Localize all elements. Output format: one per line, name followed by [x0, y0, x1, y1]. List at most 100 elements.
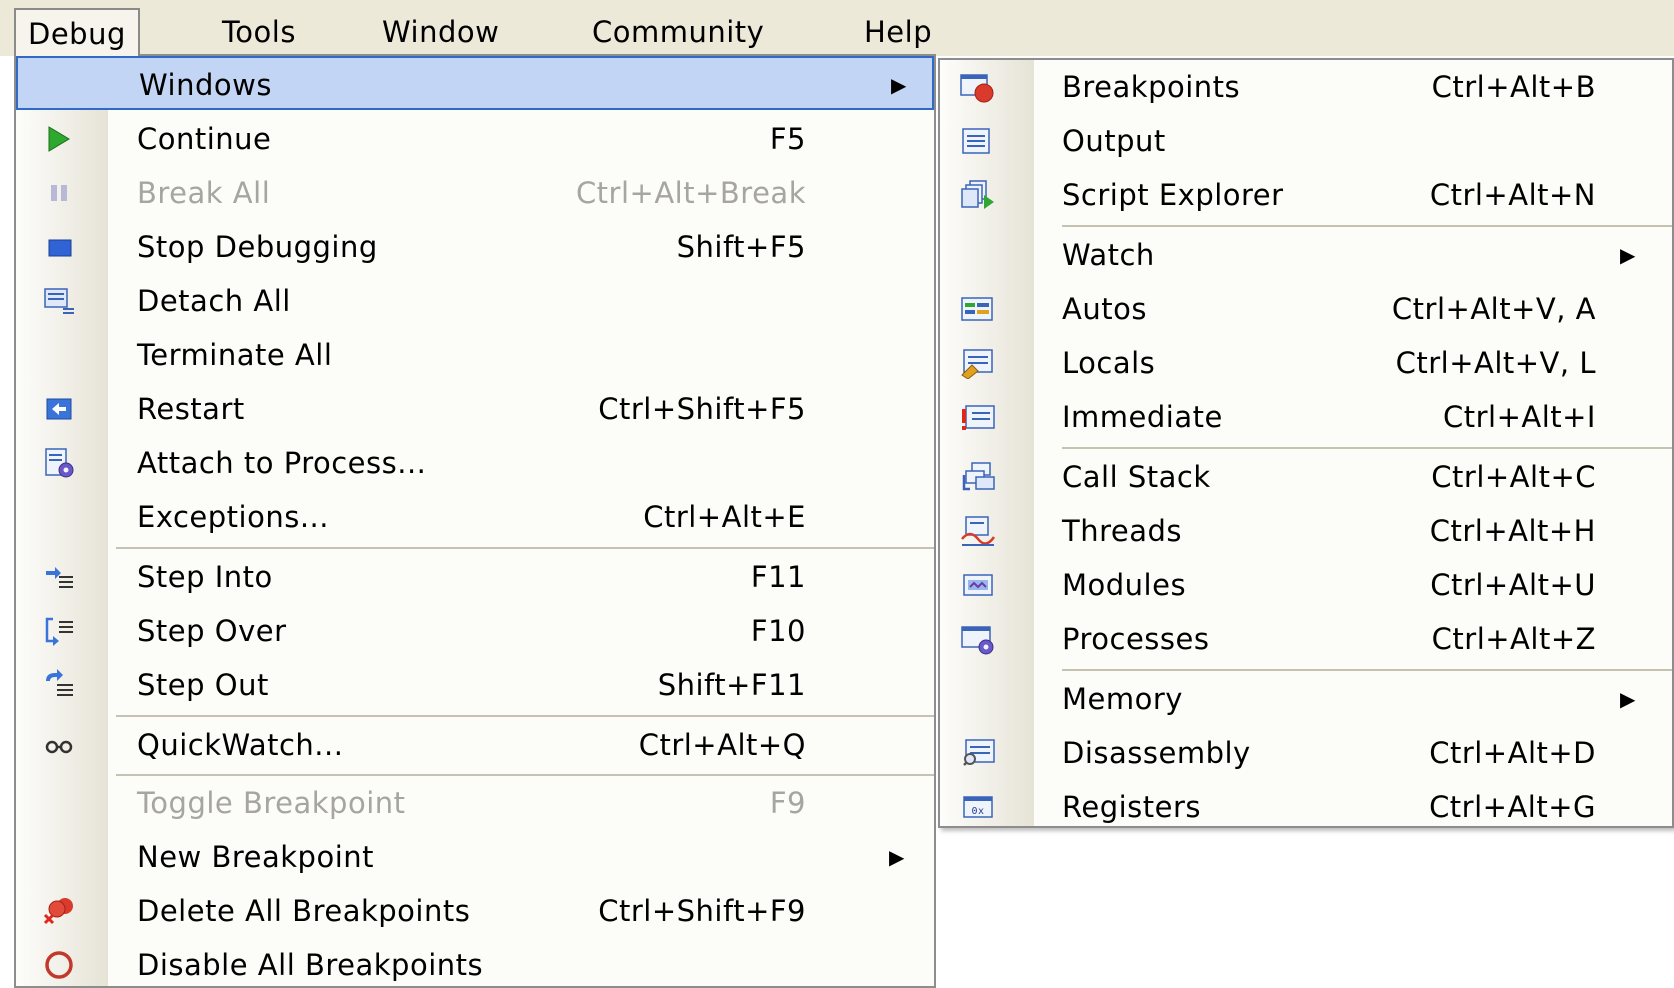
menu-item-memory[interactable]: Memory ▶: [940, 672, 1672, 726]
menu-separator: [1062, 669, 1672, 671]
menu-item-shortcut: Shift+F11: [657, 668, 806, 702]
processes-icon: [960, 623, 994, 655]
submenu-arrow-icon: ▶: [889, 845, 905, 869]
menu-item-script-explorer[interactable]: Script Explorer Ctrl+Alt+N: [940, 168, 1672, 222]
menu-item-threads[interactable]: Threads Ctrl+Alt+H: [940, 504, 1672, 558]
attach-to-process-icon: [43, 447, 75, 479]
script-explorer-icon: [960, 179, 994, 211]
menu-help[interactable]: Help: [852, 8, 944, 56]
menu-item-label: Call Stack: [1062, 460, 1211, 494]
modules-icon: [960, 569, 993, 601]
menu-item-shortcut: Ctrl+Alt+U: [1430, 568, 1596, 602]
menu-item-label: Modules: [1062, 568, 1187, 602]
menu-item-terminate-all[interactable]: Terminate All: [16, 328, 934, 382]
menu-item-shortcut: Ctrl+Alt+Break: [575, 176, 806, 210]
submenu-arrow-icon: ▶: [1620, 243, 1636, 267]
menu-bar: Debug Tools Window Community Help: [0, 0, 1674, 56]
menu-community[interactable]: Community: [580, 8, 776, 56]
menu-item-watch[interactable]: Watch ▶: [940, 228, 1672, 282]
menu-item-shortcut: F9: [769, 786, 806, 820]
menu-item-shortcut: Ctrl+Alt+G: [1429, 790, 1596, 824]
menu-separator: [1062, 225, 1672, 227]
menu-item-label: Memory: [1062, 682, 1183, 716]
menu-item-label: Terminate All: [137, 338, 333, 372]
menu-item-stop-debugging[interactable]: Stop Debugging Shift+F5: [16, 220, 934, 274]
menu-item-shortcut: Ctrl+Alt+H: [1429, 514, 1596, 548]
menu-item-break-all[interactable]: Break All Ctrl+Alt+Break: [16, 166, 934, 220]
menu-debug[interactable]: Debug: [14, 8, 140, 56]
menu-item-shortcut: Ctrl+Alt+V, L: [1395, 346, 1596, 380]
menu-item-label: Step Over: [137, 614, 287, 648]
menu-item-registers[interactable]: 0x Registers Ctrl+Alt+G: [940, 780, 1672, 826]
restart-icon: [43, 393, 75, 425]
menu-separator: [116, 715, 934, 717]
menu-item-step-out[interactable]: Step Out Shift+F11: [16, 658, 934, 712]
detach-all-icon: [43, 285, 75, 317]
menu-item-restart[interactable]: Restart Ctrl+Shift+F5: [16, 382, 934, 436]
menu-item-label: Break All: [137, 176, 271, 210]
menu-item-processes[interactable]: Processes Ctrl+Alt+Z: [940, 612, 1672, 666]
menu-item-label: Attach to Process...: [137, 446, 427, 480]
menu-item-delete-all-breakpoints[interactable]: Delete All Breakpoints Ctrl+Shift+F9: [16, 884, 934, 938]
menu-item-shortcut: Ctrl+Alt+B: [1431, 70, 1596, 104]
menu-item-label: Script Explorer: [1062, 178, 1284, 212]
menu-item-label: Continue: [137, 122, 272, 156]
delete-all-breakpoints-icon: [43, 895, 75, 927]
continue-icon: [43, 123, 75, 155]
menu-item-windows[interactable]: Windows ▶: [16, 56, 934, 110]
windows-submenu: Breakpoints Ctrl+Alt+B Output Script Exp…: [938, 58, 1674, 828]
menu-item-detach-all[interactable]: Detach All: [16, 274, 934, 328]
menu-item-shortcut: Ctrl+Alt+N: [1429, 178, 1596, 212]
menu-item-label: Stop Debugging: [137, 230, 378, 264]
menu-item-label: Delete All Breakpoints: [137, 894, 471, 928]
menu-item-label: Step Into: [137, 560, 273, 594]
menu-item-label: Locals: [1062, 346, 1156, 380]
menu-item-label: Disassembly: [1062, 736, 1251, 770]
menu-item-label: Detach All: [137, 284, 291, 318]
menu-item-locals[interactable]: Locals Ctrl+Alt+V, L: [940, 336, 1672, 390]
menu-item-toggle-breakpoint[interactable]: Toggle Breakpoint F9: [16, 776, 934, 830]
menu-item-shortcut: Ctrl+Alt+Z: [1431, 622, 1596, 656]
menu-item-label: New Breakpoint: [137, 840, 375, 874]
menu-item-shortcut: Ctrl+Alt+V, A: [1391, 292, 1596, 326]
menu-item-label: Output: [1062, 124, 1166, 158]
menu-item-label: Toggle Breakpoint: [137, 786, 406, 820]
menu-item-modules[interactable]: Modules Ctrl+Alt+U: [940, 558, 1672, 612]
breakpoints-icon: [960, 71, 994, 103]
submenu-arrow-icon: ▶: [891, 73, 907, 97]
step-out-icon: [43, 669, 75, 701]
menu-item-breakpoints[interactable]: Breakpoints Ctrl+Alt+B: [940, 60, 1672, 114]
menu-item-output[interactable]: Output: [940, 114, 1672, 168]
menu-item-continue[interactable]: Continue F5: [16, 112, 934, 166]
menu-item-call-stack[interactable]: Call Stack Ctrl+Alt+C: [940, 450, 1672, 504]
menu-item-step-over[interactable]: Step Over F10: [16, 604, 934, 658]
menu-item-new-breakpoint[interactable]: New Breakpoint ▶: [16, 830, 934, 884]
menu-item-label: Registers: [1062, 790, 1202, 824]
step-into-icon: [43, 561, 75, 593]
menu-item-disable-all-breakpoints[interactable]: Disable All Breakpoints: [16, 938, 934, 986]
menu-item-label: Exceptions...: [137, 500, 329, 534]
menu-item-label: Processes: [1062, 622, 1210, 656]
menu-item-autos[interactable]: Autos Ctrl+Alt+V, A: [940, 282, 1672, 336]
menu-separator: [116, 547, 934, 549]
menu-tools[interactable]: Tools: [210, 8, 308, 56]
menu-item-label: Watch: [1062, 238, 1155, 272]
menu-item-label: Disable All Breakpoints: [137, 948, 484, 982]
menu-item-shortcut: Ctrl+Alt+Q: [638, 728, 806, 762]
autos-icon: [960, 293, 993, 325]
menu-item-quickwatch[interactable]: QuickWatch... Ctrl+Alt+Q: [16, 718, 934, 772]
svg-text:0x: 0x: [971, 806, 984, 817]
menu-item-disassembly[interactable]: Disassembly Ctrl+Alt+D: [940, 726, 1672, 780]
quickwatch-icon: [43, 729, 75, 761]
menu-item-attach-to-process[interactable]: Attach to Process...: [16, 436, 934, 490]
menu-window[interactable]: Window: [370, 8, 511, 56]
submenu-arrow-icon: ▶: [1620, 687, 1636, 711]
menu-item-exceptions[interactable]: Exceptions... Ctrl+Alt+E: [16, 490, 934, 544]
menu-item-label: Windows: [139, 68, 272, 102]
menu-item-immediate[interactable]: Immediate Ctrl+Alt+I: [940, 390, 1672, 444]
output-icon: [960, 125, 992, 157]
menu-item-shortcut: Ctrl+Alt+I: [1442, 400, 1596, 434]
menu-item-step-into[interactable]: Step Into F11: [16, 550, 934, 604]
stop-debugging-icon: [43, 231, 75, 263]
threads-icon: [960, 515, 996, 547]
